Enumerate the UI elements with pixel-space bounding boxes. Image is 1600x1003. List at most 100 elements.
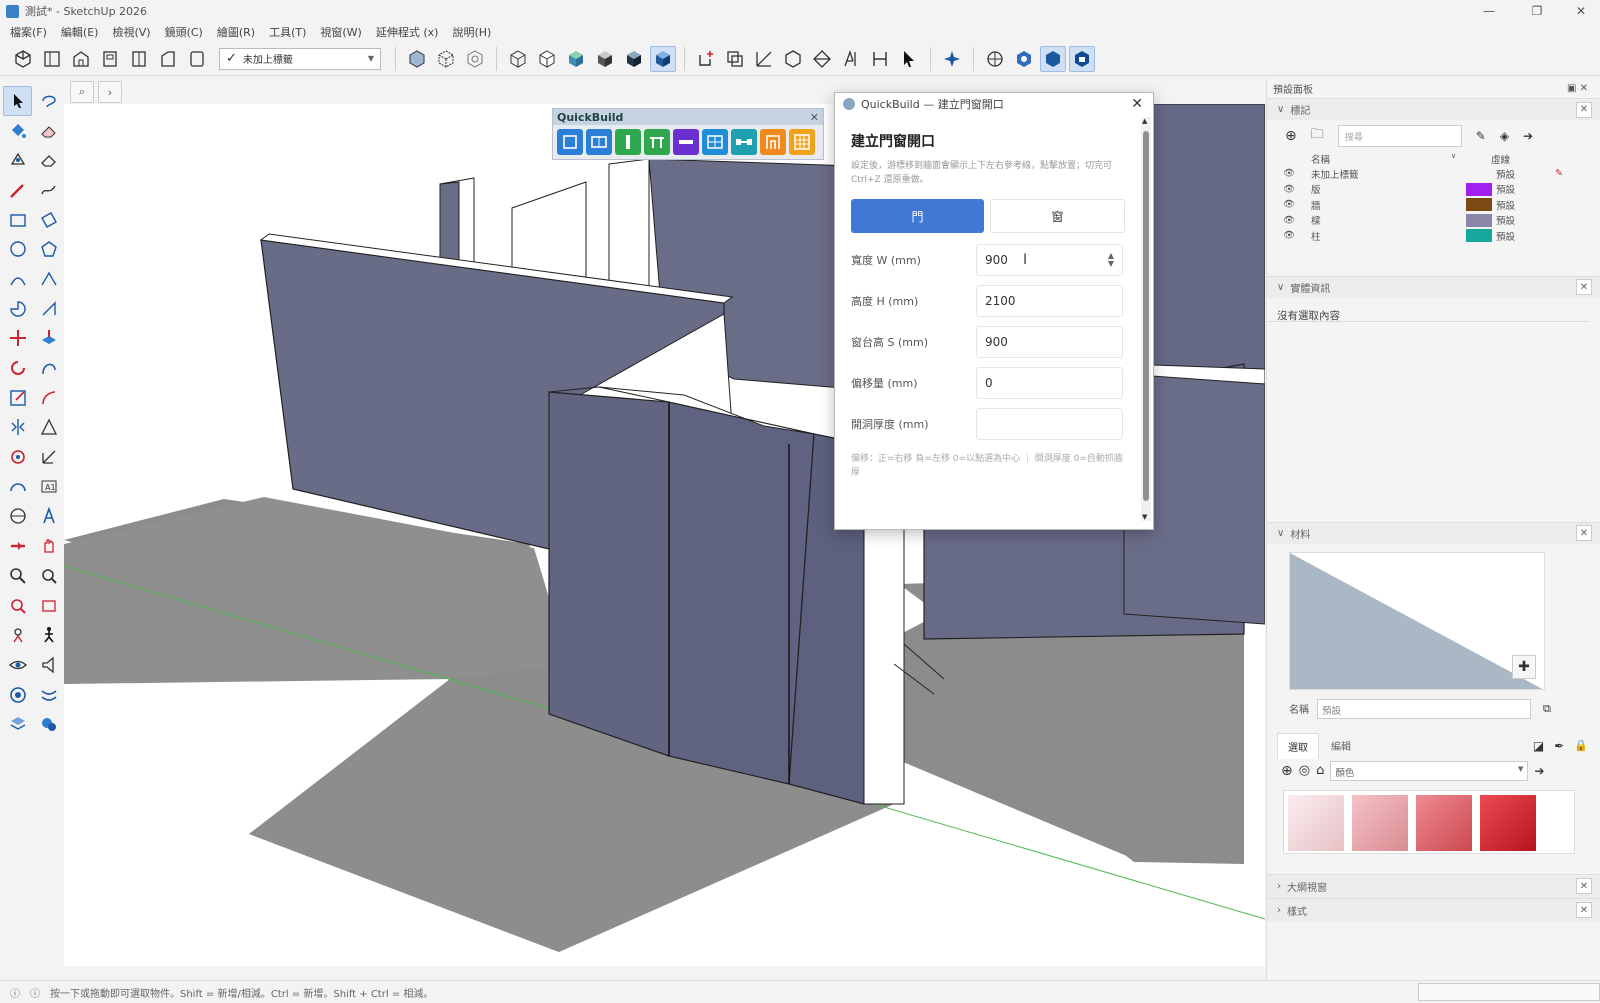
eye-icon[interactable]: 👁	[1283, 199, 1311, 210]
circle-tool[interactable]	[3, 234, 32, 264]
tags-close-button[interactable]: ✕	[1576, 101, 1592, 118]
window-mode-button[interactable]: 窗	[990, 199, 1125, 233]
textures-button[interactable]	[592, 46, 618, 72]
menu-file[interactable]: 檔案(F)	[10, 24, 47, 40]
geo-location-icon[interactable]: ⓘ	[10, 985, 20, 1000]
material-name-input[interactable]: 預設	[1317, 698, 1531, 719]
pin-icon[interactable]: ▣ ✕	[1567, 83, 1588, 94]
axes-tool[interactable]	[34, 442, 63, 472]
rotated-rectangle-tool[interactable]	[34, 205, 63, 235]
qb-double-wall-button[interactable]	[586, 129, 612, 155]
follow-me-tool[interactable]	[34, 353, 63, 383]
default-material-icon[interactable]: ◪	[1533, 739, 1544, 753]
create-material-icon[interactable]: ✚	[1512, 654, 1536, 679]
right-view-button[interactable]	[97, 46, 123, 72]
tag-color-icon[interactable]: ◈	[1500, 129, 1509, 143]
thickness-input[interactable]	[976, 407, 1123, 440]
qb-wall-button[interactable]	[557, 129, 583, 155]
line-tool[interactable]	[3, 175, 32, 205]
tag-row[interactable]: 👁 未加上標籤 預設 ✎	[1283, 166, 1600, 182]
tab-select[interactable]: 選取	[1277, 732, 1319, 759]
diamond-button[interactable]	[809, 46, 835, 72]
dialog-titlebar[interactable]: QuickBuild — 建立門窗開口 ✕	[835, 93, 1153, 115]
credits-icon[interactable]: ⓘ	[30, 985, 40, 1000]
qb-column-button[interactable]	[615, 129, 641, 155]
rotate-tool[interactable]	[3, 353, 32, 383]
maximize-button[interactable]: ❐	[1522, 2, 1552, 20]
select-arrow-button[interactable]	[896, 46, 922, 72]
qb-table-button[interactable]	[644, 129, 670, 155]
measurements-box[interactable]	[1418, 983, 1600, 1001]
menu-tools[interactable]: 工具(T)	[269, 24, 306, 40]
menu-draw[interactable]: 繪圖(R)	[217, 24, 255, 40]
select-tool[interactable]	[3, 86, 32, 116]
protractor-button[interactable]	[751, 46, 777, 72]
tag-row[interactable]: 👁 樑 預設	[1283, 213, 1600, 229]
hidden-line-button[interactable]	[534, 46, 560, 72]
scroll-up-icon[interactable]: ▲	[1142, 117, 1147, 125]
door-mode-button[interactable]: 門	[851, 199, 984, 233]
menu-extensions[interactable]: 延伸程式 (x)	[376, 24, 439, 40]
quickbuild-header[interactable]: QuickBuild ✕	[553, 109, 823, 125]
spinner-icon[interactable]: ▲ ▼	[1108, 251, 1114, 268]
material-swatch[interactable]	[1352, 794, 1408, 851]
solid-tools-button[interactable]	[780, 46, 806, 72]
tag-row[interactable]: 👁 柱 預設	[1283, 228, 1600, 244]
extension-warehouse-button[interactable]	[1011, 46, 1037, 72]
scroll-thumb[interactable]	[1143, 131, 1149, 501]
text-tool[interactable]	[34, 502, 63, 532]
tag-tool[interactable]	[3, 145, 32, 175]
qb-grid-button[interactable]	[789, 129, 815, 155]
iso-view-button[interactable]	[10, 46, 36, 72]
material-swatch[interactable]	[1288, 794, 1344, 851]
components-tool[interactable]	[3, 680, 32, 710]
eye-icon[interactable]: 👁	[1283, 215, 1311, 226]
push-pull-tool[interactable]	[34, 324, 63, 354]
minimize-button[interactable]: —	[1474, 2, 1504, 20]
scale-tool[interactable]	[3, 383, 32, 413]
polygon-tool[interactable]	[34, 234, 63, 264]
dialog-close-button[interactable]: ✕	[1131, 96, 1143, 112]
front-view-button[interactable]	[68, 46, 94, 72]
section-button[interactable]	[462, 46, 488, 72]
material-swatch[interactable]	[1416, 794, 1472, 851]
back-edges-button[interactable]	[433, 46, 459, 72]
add-tag-icon[interactable]: ⊕	[1285, 128, 1297, 144]
eye-icon[interactable]: 👁	[1283, 230, 1311, 241]
materials-close-button[interactable]: ✕	[1576, 525, 1592, 541]
xray-button[interactable]	[404, 46, 430, 72]
layers-tool[interactable]	[3, 709, 32, 739]
close-window-button[interactable]: ✕	[1566, 2, 1596, 20]
eye-icon[interactable]: 👁	[1283, 168, 1311, 179]
offset-input[interactable]: 0	[976, 366, 1123, 399]
qb-connector-button[interactable]	[731, 129, 757, 155]
section-plane-tool[interactable]	[3, 531, 32, 561]
tag-select[interactable]: ✓ 未加上標籤 ▼	[219, 47, 381, 70]
qb-beam-button[interactable]	[673, 129, 699, 155]
two-point-arc-tool[interactable]	[34, 264, 63, 294]
zoom-tool[interactable]	[3, 561, 32, 591]
materials-section-header[interactable]: ∨ 材料 ✕	[1267, 521, 1600, 544]
three-point-arc-tool[interactable]	[34, 294, 63, 324]
back-view-button[interactable]	[126, 46, 152, 72]
menu-edit[interactable]: 編輯(E)	[61, 24, 99, 40]
sandbox-tool[interactable]	[34, 680, 63, 710]
wireframe-button[interactable]	[505, 46, 531, 72]
sample-paint-icon[interactable]: ✒	[1554, 739, 1564, 753]
eyedropper-icon[interactable]: ✎	[1476, 129, 1486, 143]
look-around-tool[interactable]	[3, 650, 32, 680]
tag-color-swatch[interactable]	[1466, 167, 1492, 180]
protractor-tool[interactable]	[3, 472, 32, 502]
zoom-extents-tool[interactable]	[3, 591, 32, 621]
orbit-button[interactable]	[982, 46, 1008, 72]
entity-info-close-button[interactable]: ✕	[1576, 279, 1592, 295]
outliner-section-header[interactable]: › 大綱視窗 ✕	[1267, 873, 1600, 898]
position-texture-tool[interactable]	[34, 413, 63, 443]
tag-row[interactable]: 👁 牆 預設	[1283, 197, 1600, 213]
move-tool[interactable]	[3, 324, 32, 354]
rectangle-tool[interactable]	[3, 205, 32, 235]
qb-window-button[interactable]	[702, 129, 728, 155]
zoom-window-tool[interactable]	[34, 561, 63, 591]
dimension-button[interactable]	[867, 46, 893, 72]
menu-help[interactable]: 說明(H)	[452, 24, 491, 40]
